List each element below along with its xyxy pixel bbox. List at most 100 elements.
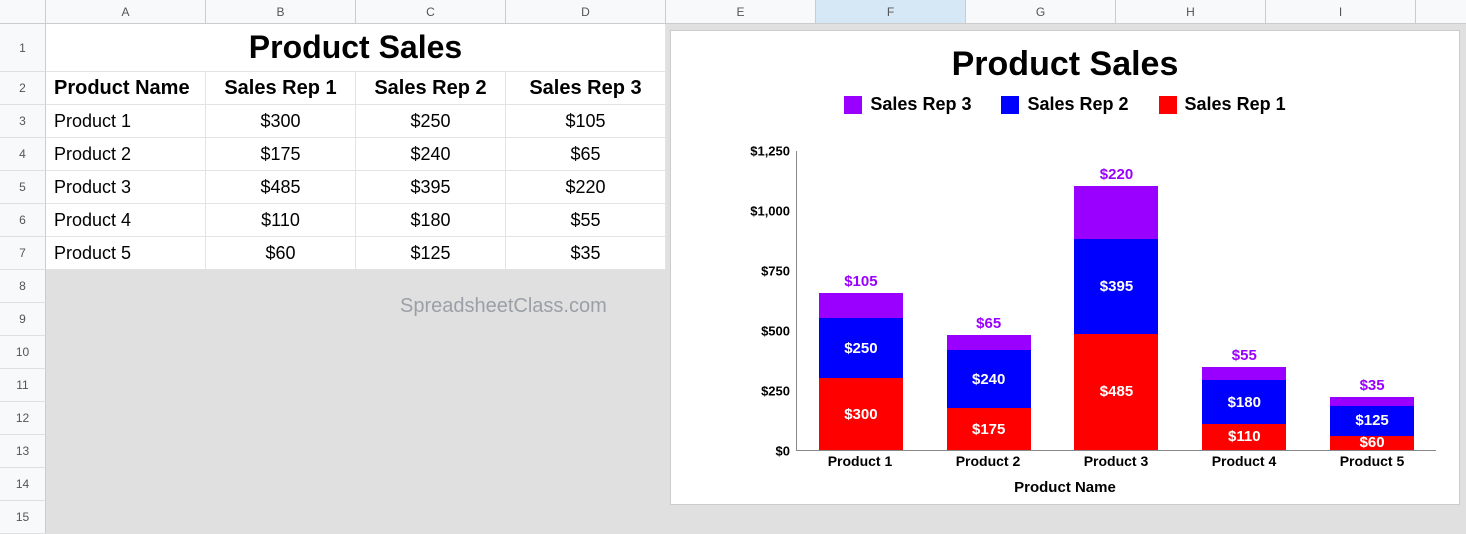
- cell-r4-cA[interactable]: Product 2: [46, 138, 206, 171]
- cell-r7-cB[interactable]: $60: [206, 237, 356, 270]
- row-header-10[interactable]: 10: [0, 336, 46, 369]
- y-tick-label: $250: [761, 384, 790, 399]
- x-tick-label: Product 3: [1084, 453, 1149, 469]
- row-header-12[interactable]: 12: [0, 402, 46, 435]
- cell-r7-cA[interactable]: Product 5: [46, 237, 206, 270]
- bar-segment: $300: [819, 378, 903, 450]
- chart-plot: $0$250$500$750$1,000$1,250 $300$250$105$…: [736, 151, 1436, 451]
- bar-group: $60$125$35: [1330, 397, 1414, 450]
- legend-label: Sales Rep 3: [870, 94, 971, 115]
- bar-segment: $65: [947, 335, 1031, 351]
- bar-segment: $240: [947, 350, 1031, 408]
- chart-legend: Sales Rep 3 Sales Rep 2 Sales Rep 1: [671, 94, 1459, 115]
- cell-r5-cD[interactable]: $220: [506, 171, 666, 204]
- cell-r4-cD[interactable]: $65: [506, 138, 666, 171]
- table-title[interactable]: Product Sales: [46, 24, 666, 72]
- bar-segment: $485: [1074, 334, 1158, 450]
- legend-swatch: [1159, 96, 1177, 114]
- bar-top-label: $105: [819, 273, 903, 290]
- cell-r3-cB[interactable]: $300: [206, 105, 356, 138]
- table-header-2[interactable]: Sales Rep 2: [356, 72, 506, 105]
- cell-r3-cA[interactable]: Product 1: [46, 105, 206, 138]
- table-header-0[interactable]: Product Name: [46, 72, 206, 105]
- bar-segment: $175: [947, 408, 1031, 450]
- column-header-E[interactable]: E: [666, 0, 816, 23]
- bar-segment: $125: [1330, 406, 1414, 436]
- row-header-9[interactable]: 9: [0, 303, 46, 336]
- x-tick-label: Product 4: [1212, 453, 1277, 469]
- column-header-H[interactable]: H: [1116, 0, 1266, 23]
- table-header-3[interactable]: Sales Rep 3: [506, 72, 666, 105]
- bar-group: $110$180$55: [1202, 367, 1286, 450]
- legend-item: Sales Rep 2: [1001, 94, 1128, 115]
- legend-item: Sales Rep 1: [1159, 94, 1286, 115]
- row-header-5[interactable]: 5: [0, 171, 46, 204]
- chart-title: Product Sales: [671, 45, 1459, 84]
- row-header-1[interactable]: 1: [0, 24, 46, 72]
- x-tick-label: Product 2: [956, 453, 1021, 469]
- cell-r4-cB[interactable]: $175: [206, 138, 356, 171]
- bar-top-label: $35: [1330, 377, 1414, 394]
- cell-r5-cC[interactable]: $395: [356, 171, 506, 204]
- legend-label: Sales Rep 1: [1185, 94, 1286, 115]
- select-all-corner[interactable]: [0, 0, 46, 23]
- bar-segment: $220: [1074, 186, 1158, 239]
- y-tick-label: $750: [761, 264, 790, 279]
- watermark-text: SpreadsheetClass.com: [400, 295, 607, 318]
- bar-group: $300$250$105: [819, 293, 903, 450]
- cell-r6-cB[interactable]: $110: [206, 204, 356, 237]
- column-header-G[interactable]: G: [966, 0, 1116, 23]
- bar-segment: $180: [1202, 380, 1286, 423]
- row-header-4[interactable]: 4: [0, 138, 46, 171]
- row-header-7[interactable]: 7: [0, 237, 46, 270]
- bar-segment: $250: [819, 318, 903, 378]
- x-axis-title: Product Name: [671, 479, 1459, 496]
- row-header-3[interactable]: 3: [0, 105, 46, 138]
- bar-segment: $105: [819, 293, 903, 318]
- bar-top-label: $220: [1074, 166, 1158, 183]
- column-header-B[interactable]: B: [206, 0, 356, 23]
- bar-top-label: $55: [1202, 347, 1286, 364]
- cell-r6-cA[interactable]: Product 4: [46, 204, 206, 237]
- bar-segment: $60: [1330, 436, 1414, 450]
- column-header-D[interactable]: D: [506, 0, 666, 23]
- y-tick-label: $0: [776, 444, 790, 459]
- bar-group: $485$395$220: [1074, 186, 1158, 450]
- cell-r4-cC[interactable]: $240: [356, 138, 506, 171]
- cell-r6-cC[interactable]: $180: [356, 204, 506, 237]
- cell-r5-cB[interactable]: $485: [206, 171, 356, 204]
- column-header-I[interactable]: I: [1266, 0, 1416, 23]
- cell-r3-cD[interactable]: $105: [506, 105, 666, 138]
- column-header-C[interactable]: C: [356, 0, 506, 23]
- y-tick-label: $1,000: [750, 204, 790, 219]
- cell-r7-cD[interactable]: $35: [506, 237, 666, 270]
- table-header-1[interactable]: Sales Rep 1: [206, 72, 356, 105]
- bar-top-label: $65: [947, 315, 1031, 332]
- row-header-13[interactable]: 13: [0, 435, 46, 468]
- chart[interactable]: Product Sales Sales Rep 3Sales Rep 2Sale…: [670, 30, 1460, 505]
- plot-area: $300$250$105$175$240$65$485$395$220$110$…: [796, 151, 1436, 451]
- column-header-F[interactable]: F: [816, 0, 966, 23]
- row-header-14[interactable]: 14: [0, 468, 46, 501]
- x-tick-label: Product 5: [1340, 453, 1405, 469]
- bar-segment: $55: [1202, 367, 1286, 380]
- legend-swatch: [1001, 96, 1019, 114]
- cell-r7-cC[interactable]: $125: [356, 237, 506, 270]
- row-header-15[interactable]: 15: [0, 501, 46, 534]
- legend-swatch: [844, 96, 862, 114]
- legend-label: Sales Rep 2: [1027, 94, 1128, 115]
- row-header-11[interactable]: 11: [0, 369, 46, 402]
- cell-r6-cD[interactable]: $55: [506, 204, 666, 237]
- column-header-A[interactable]: A: [46, 0, 206, 23]
- cell-r3-cC[interactable]: $250: [356, 105, 506, 138]
- bar-segment: $110: [1202, 424, 1286, 450]
- y-tick-label: $1,250: [750, 144, 790, 159]
- x-tick-label: Product 1: [828, 453, 893, 469]
- bar-segment: $35: [1330, 397, 1414, 405]
- legend-item: Sales Rep 3: [844, 94, 971, 115]
- row-header-6[interactable]: 6: [0, 204, 46, 237]
- row-header-2[interactable]: 2: [0, 72, 46, 105]
- row-header-8[interactable]: 8: [0, 270, 46, 303]
- y-tick-label: $500: [761, 324, 790, 339]
- cell-r5-cA[interactable]: Product 3: [46, 171, 206, 204]
